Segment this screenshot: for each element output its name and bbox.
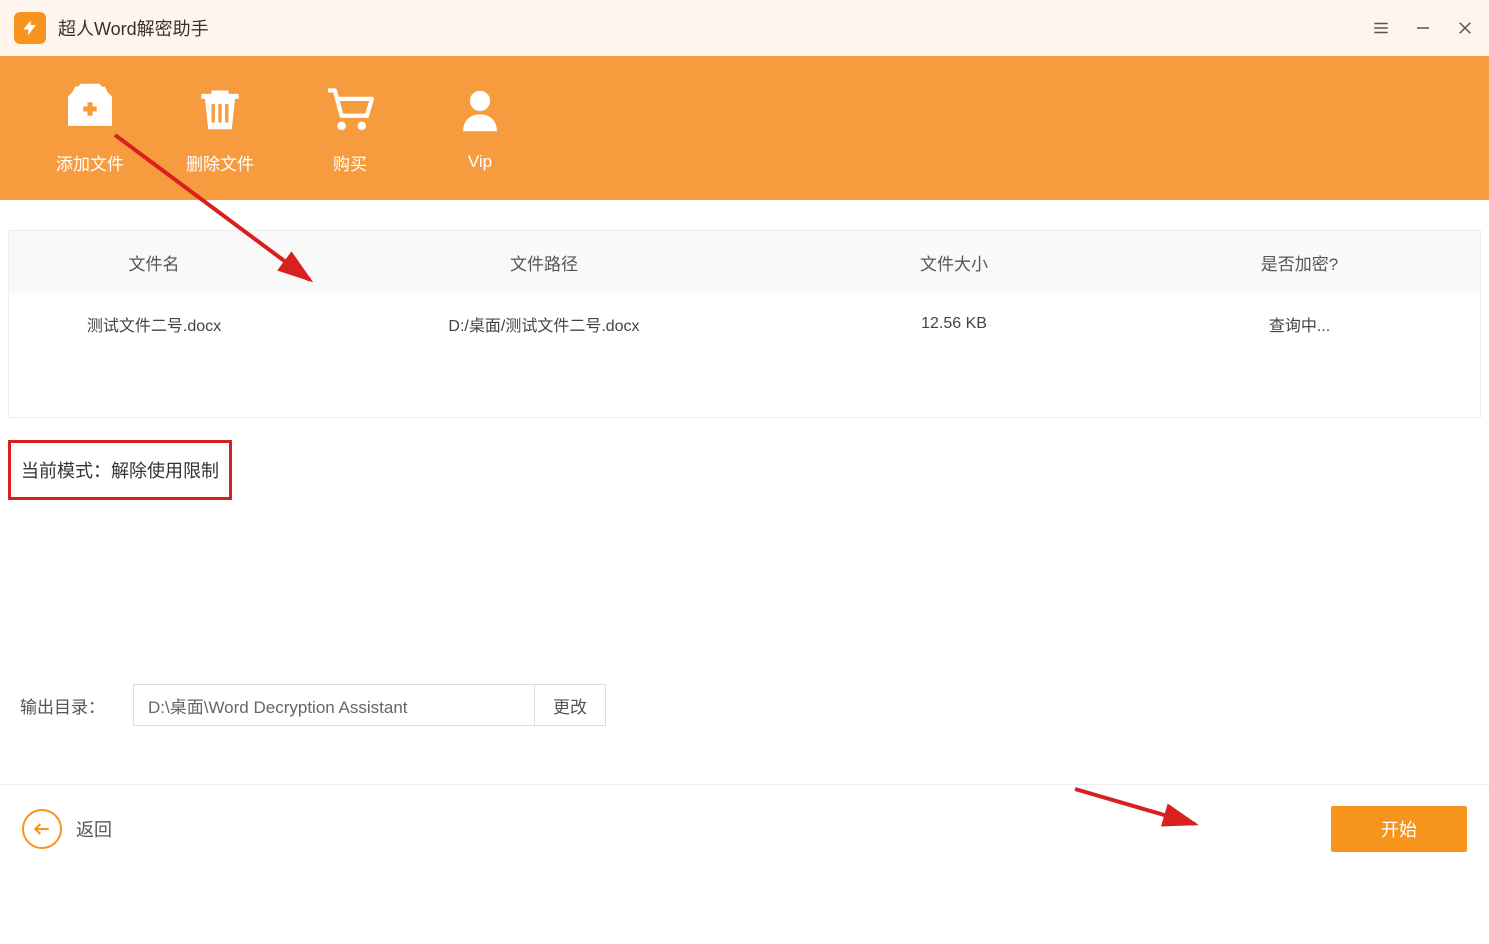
close-icon[interactable] [1455,18,1475,38]
cell-filepath: D:/桌面/测试文件二号.docx [299,312,789,336]
titlebar: 超人Word解密助手 [0,0,1489,56]
add-file-icon [63,82,117,136]
vip-label: Vip [468,152,492,172]
content-area: 文件名 文件路径 文件大小 是否加密? 测试文件二号.docx D:/桌面/测试… [0,200,1489,508]
buy-button[interactable]: 购买 [310,82,390,175]
app-logo-icon [14,12,46,44]
current-mode-box: 当前模式：解除使用限制 [8,440,232,500]
minimize-icon[interactable] [1413,18,1433,38]
table-row[interactable]: 测试文件二号.docx D:/桌面/测试文件二号.docx 12.56 KB 查… [9,293,1480,355]
toolbar: 添加文件 删除文件 购买 Vip [0,56,1489,200]
output-input-group: D:\桌面\Word Decryption Assistant 更改 [133,684,606,726]
trash-icon [193,82,247,136]
table-header: 文件名 文件路径 文件大小 是否加密? [9,231,1480,293]
header-filename: 文件名 [9,250,299,275]
app-title: 超人Word解密助手 [58,15,209,41]
start-button[interactable]: 开始 [1331,806,1467,852]
back-button[interactable]: 返回 [22,809,112,849]
cart-icon [323,82,377,136]
titlebar-left: 超人Word解密助手 [14,12,209,44]
vip-button[interactable]: Vip [440,84,520,172]
output-path-input[interactable]: D:\桌面\Word Decryption Assistant [134,693,534,718]
output-label: 输出目录： [20,693,105,718]
cell-filename: 测试文件二号.docx [9,312,299,336]
cell-filesize: 12.56 KB [789,315,1119,333]
cell-encrypted: 查询中... [1119,312,1480,336]
back-label: 返回 [76,816,112,842]
footer: 返回 开始 [0,784,1489,874]
file-table: 文件名 文件路径 文件大小 是否加密? 测试文件二号.docx D:/桌面/测试… [8,230,1481,418]
back-arrow-icon [22,809,62,849]
add-file-button[interactable]: 添加文件 [50,82,130,175]
table-row-empty [9,355,1480,417]
header-encrypted: 是否加密? [1119,250,1480,275]
menu-icon[interactable] [1371,18,1391,38]
change-output-button[interactable]: 更改 [534,685,605,725]
header-filepath: 文件路径 [299,250,789,275]
user-icon [453,84,507,138]
add-file-label: 添加文件 [56,150,124,175]
header-filesize: 文件大小 [789,250,1119,275]
buy-label: 购买 [333,150,367,175]
window-controls [1371,18,1475,38]
delete-file-label: 删除文件 [186,150,254,175]
output-directory-row: 输出目录： D:\桌面\Word Decryption Assistant 更改 [20,684,606,726]
delete-file-button[interactable]: 删除文件 [180,82,260,175]
